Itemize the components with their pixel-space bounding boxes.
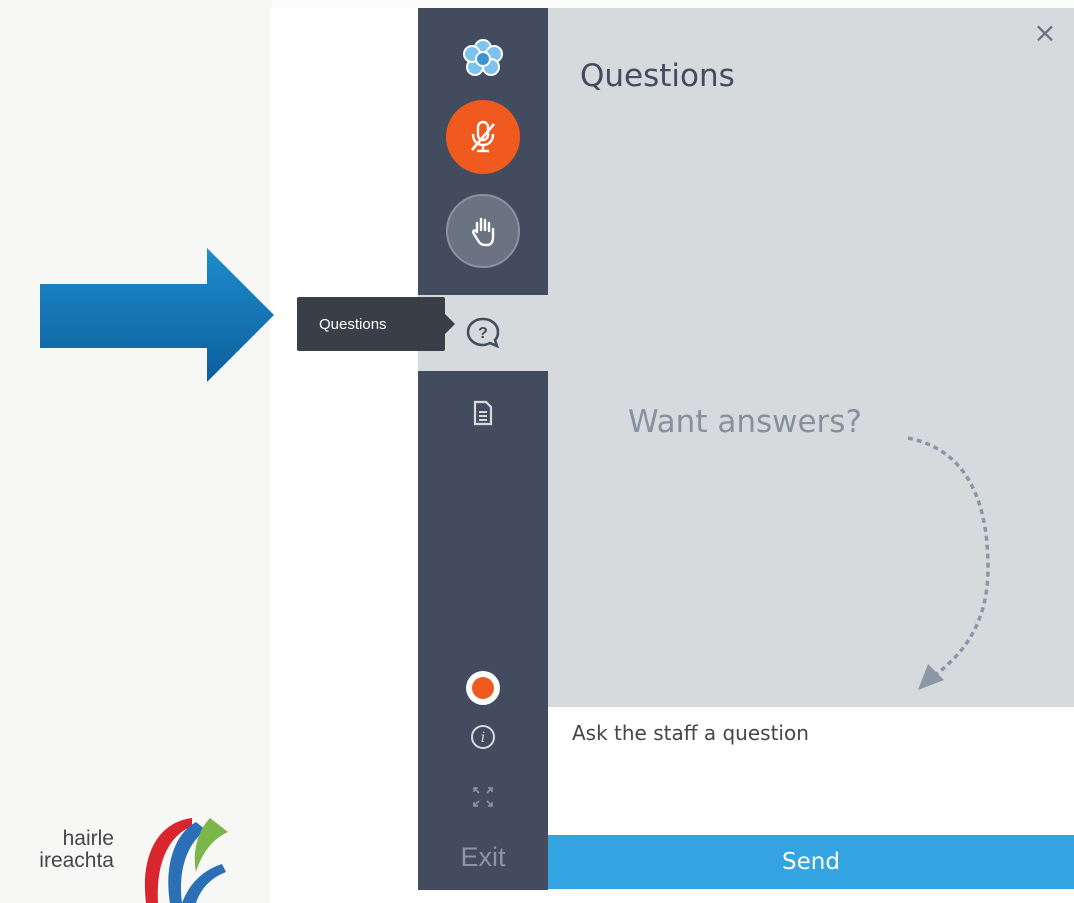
dashed-arrow-icon: [907, 436, 990, 690]
questions-panel: Questions × Want answers?: [548, 8, 1074, 707]
pointer-arrow-icon: [40, 248, 274, 382]
svg-text:i: i: [481, 730, 485, 746]
mute-microphone-button[interactable]: [446, 100, 520, 174]
organization-logo-icon: [144, 818, 228, 903]
flower-logo-icon: [446, 36, 520, 82]
logo-line-2: ireachta: [39, 849, 114, 872]
logo-line-1: hairle: [62, 828, 114, 850]
question-input[interactable]: [572, 721, 1052, 821]
organization-logo-text: hairle ireachta: [0, 828, 120, 872]
bottom-strip: [418, 890, 1074, 903]
exit-button[interactable]: Exit: [418, 842, 548, 873]
raise-hand-button[interactable]: [446, 194, 520, 268]
questions-tab-button[interactable]: ?: [462, 314, 504, 352]
expand-icon: [473, 787, 493, 807]
page-background: [0, 0, 272, 903]
recording-status-indicator: [466, 671, 500, 705]
close-panel-button[interactable]: ×: [1028, 16, 1062, 50]
raise-hand-icon: [472, 217, 495, 247]
sidebar: ? i Exit: [418, 8, 548, 890]
status-dot-fill: [472, 677, 494, 699]
document-icon: [473, 400, 493, 426]
tooltip-label: Questions: [319, 315, 387, 333]
svg-text:?: ?: [478, 325, 488, 342]
info-button[interactable]: i: [466, 720, 500, 754]
empty-state-hint: Want answers?: [628, 404, 862, 440]
content-strip: [270, 8, 418, 903]
question-compose-area: [548, 707, 1074, 835]
questions-tooltip: Questions: [297, 297, 455, 351]
info-icon: i: [471, 725, 495, 749]
microphone-muted-icon: [471, 120, 495, 153]
question-bubble-icon: ?: [466, 317, 500, 349]
send-button[interactable]: Send: [548, 835, 1074, 889]
handouts-tab-button[interactable]: [468, 398, 498, 428]
panel-title: Questions: [580, 58, 735, 94]
fullscreen-button[interactable]: [468, 782, 498, 812]
